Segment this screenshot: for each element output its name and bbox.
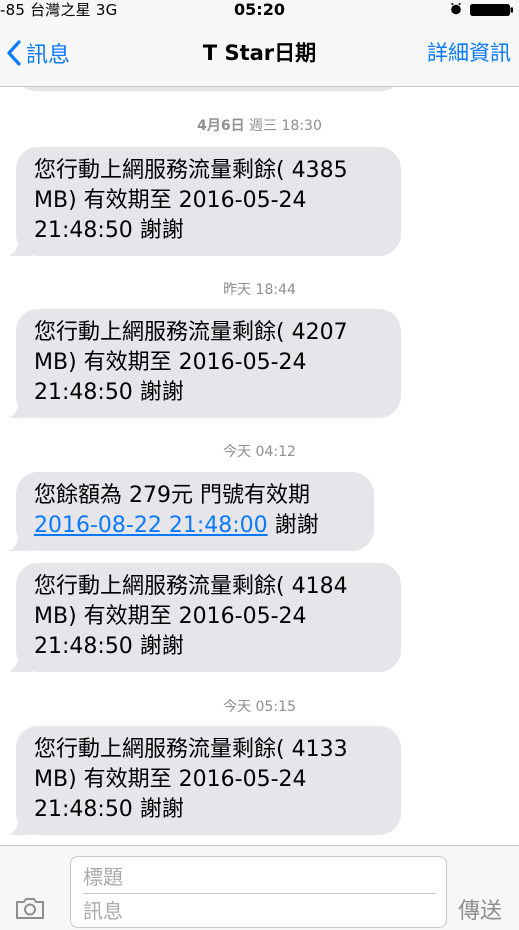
message-text-line: 您行動上網服務流量剩餘( 4133 [34,737,348,762]
timestamp: 今天 04:12 [223,444,296,460]
camera-icon[interactable] [14,896,46,920]
message-text-line: 您餘額為 279元 門號有效期 [34,483,310,508]
field-divider [83,893,436,894]
message-thread[interactable]: 4月6日 週三 18:30 您行動上網服務流量剩餘( 4385 MB) 有效期至… [0,87,519,845]
message-text-line: MB) 有效期至 2016-05-24 [34,604,307,629]
back-label: 訊息 [26,43,71,68]
compose-field [70,856,447,928]
message-text-line: 21:48:50 謝謝 [34,634,184,659]
navigation-bar: 訊息 T Star日期 詳細資訊 [0,20,519,87]
message-text-line: 21:48:50 謝謝 [34,218,184,243]
message-bubble[interactable]: 您餘額為 279元 門號有效期 2016-08-22 21:48:00 謝謝 [9,472,374,551]
battery-icon [470,4,513,16]
message-bubble[interactable]: 您行動上網服務流量剩餘( 4385 MB) 有效期至 2016-05-24 21… [9,147,401,256]
message-bubble[interactable]: 您行動上網服務流量剩餘( 4184 MB) 有效期至 2016-05-24 21… [9,563,401,672]
bubble-tail [9,650,31,672]
details-button[interactable]: 詳細資訊 [427,37,511,69]
back-button[interactable]: 訊息 [6,37,70,69]
message-text-line: 您行動上網服務流量剩餘( 4184 [34,574,348,599]
message-text-line: 您行動上網服務流量剩餘( 4207 [34,320,348,345]
status-bar: -85 台灣之星 3G 05:20 [0,0,519,20]
message-text-line: MB) 有效期至 2016-05-24 [34,350,307,375]
chevron-left-icon [7,40,21,66]
date-link[interactable]: 2016-08-22 21:48:00 [34,513,268,538]
timestamp: 昨天 18:44 [223,282,296,298]
timestamp: 今天 05:15 [223,699,296,715]
message-text-line: 21:48:50 謝謝 [34,380,184,405]
message-text-line: 您行動上網服務流量剩餘( 4385 [34,158,348,183]
bubble-tail [9,529,31,551]
message-text-line: MB) 有效期至 2016-05-24 [34,188,307,213]
subject-input[interactable] [83,863,433,891]
message-text-line: MB) 有效期至 2016-05-24 [34,767,307,792]
carrier-signal: -85 台灣之星 3G [0,1,118,19]
message-text-line: 21:48:50 謝謝 [34,797,184,822]
previous-message-bubble [16,87,402,91]
message-bubble[interactable]: 您行動上網服務流量剩餘( 4133 MB) 有效期至 2016-05-24 21… [9,726,401,835]
bubble-tail [9,234,31,256]
alarm-clock-icon [451,3,461,15]
message-input[interactable] [83,897,433,925]
compose-bar: 傳送 [0,845,519,930]
send-button[interactable]: 傳送 [458,893,502,925]
timestamp: 4月6日 週三 18:30 [197,118,322,134]
bubble-tail [9,813,31,835]
bubble-tail [9,396,31,418]
message-text-line: 2016-08-22 21:48:00 謝謝 [34,513,319,538]
message-bubble[interactable]: 您行動上網服務流量剩餘( 4207 MB) 有效期至 2016-05-24 21… [9,309,401,418]
